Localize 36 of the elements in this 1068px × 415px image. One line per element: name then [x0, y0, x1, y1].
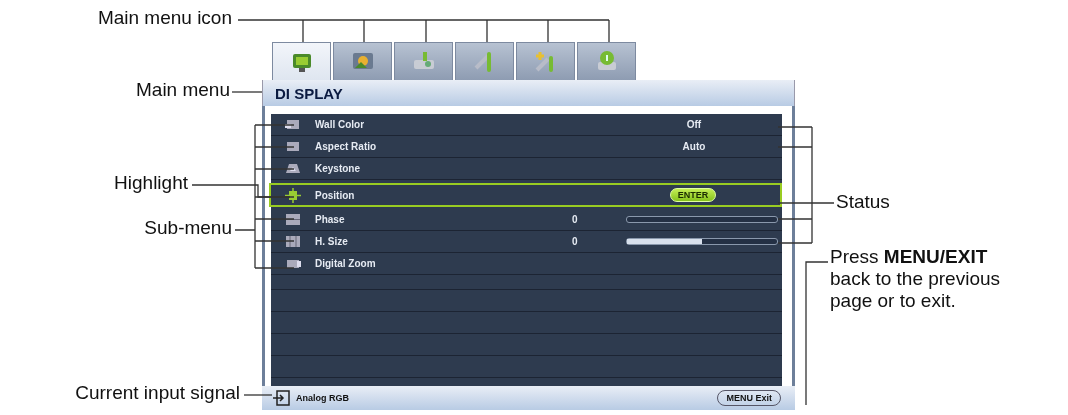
callout-label: Press MENU/EXIT back to the previous page or to exit. — [830, 246, 1002, 312]
menu-item-label[interactable]: Aspect Ratio — [315, 141, 377, 152]
slider-track[interactable] — [626, 216, 778, 223]
value-text: 0 — [572, 236, 578, 247]
status-text: Auto — [682, 141, 706, 152]
menu-item-label[interactable]: Wall Color — [315, 119, 365, 130]
slider-track[interactable] — [626, 238, 778, 245]
menu-tab[interactable] — [272, 42, 331, 80]
highlight-frame[interactable]: Position ENTER — [269, 183, 782, 207]
menu-title: DI SPLAY — [275, 84, 343, 102]
menu-item-label[interactable]: H. Size — [315, 236, 348, 247]
menu-item-label[interactable]: Position — [315, 189, 355, 201]
menu-item-label[interactable]: Keystone — [315, 163, 360, 174]
menu-tab[interactable] — [333, 42, 392, 80]
menu-tab[interactable] — [394, 42, 453, 80]
status-text: Off — [686, 119, 702, 130]
menu-tab[interactable] — [455, 42, 514, 80]
callout-label: Main menu icon — [97, 7, 232, 29]
leader-line — [231, 91, 263, 93]
input-icon — [272, 390, 290, 406]
menu-item-icon — [284, 233, 302, 250]
callout-label: Sub-menu — [144, 217, 232, 239]
enter-button[interactable]: ENTER — [669, 188, 717, 202]
leader-line — [243, 394, 273, 396]
menu-item-label[interactable]: Phase — [315, 214, 345, 225]
menu-item-icon — [284, 186, 302, 204]
callout-label: Main menu — [136, 79, 230, 101]
input-signal: Analog RGB — [296, 393, 349, 403]
menu-item-icon — [284, 211, 302, 228]
menu-tab[interactable] — [577, 42, 636, 80]
callout-label: Highlight — [114, 172, 188, 194]
callout-label: Current input signal — [75, 382, 240, 404]
menu-item-label[interactable]: Digital Zoom — [315, 258, 376, 269]
callout-label: Status — [836, 191, 891, 213]
menu-tab[interactable] — [516, 42, 575, 80]
value-text: 0 — [572, 214, 578, 225]
